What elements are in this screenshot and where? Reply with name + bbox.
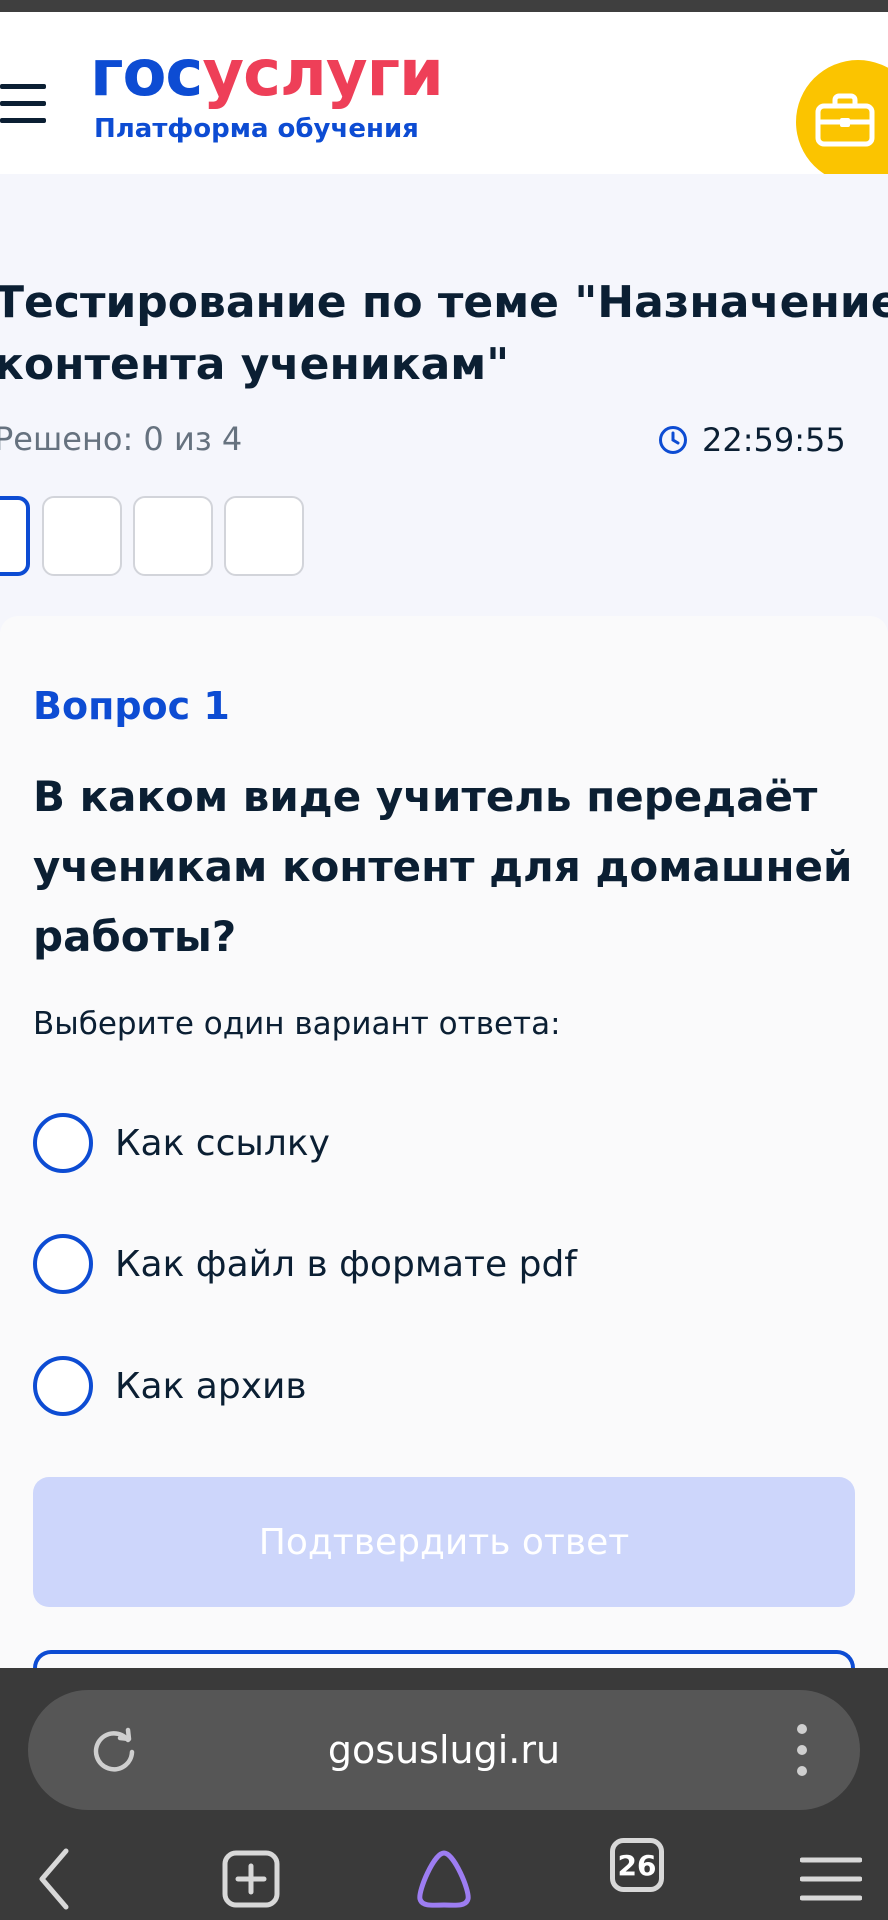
reload-icon[interactable] <box>88 1724 140 1776</box>
logo-part-gos: гос <box>90 37 203 111</box>
radio-button[interactable] <box>33 1356 93 1416</box>
briefcase-icon <box>815 93 875 147</box>
question-number: Вопрос 1 <box>33 684 230 728</box>
answer-option-label: Как архив <box>115 1365 307 1407</box>
answer-option-label: Как ссылку <box>115 1122 330 1164</box>
logo-wordmark: госуслуги <box>90 42 444 106</box>
answer-hint: Выберите один вариант ответа: <box>33 1006 561 1042</box>
logo-subtitle: Платформа обучения <box>94 114 419 144</box>
test-title-line-2: контента ученикам" <box>0 339 510 390</box>
gosuslugi-logo[interactable]: госуслуги Платформа обучения <box>90 42 444 144</box>
progress-text: Решено: 0 из 4 <box>0 420 243 458</box>
cabinet-button[interactable] <box>796 60 888 184</box>
clock-icon <box>659 426 687 454</box>
question-nav-2[interactable] <box>42 496 122 576</box>
question-nav-4[interactable] <box>224 496 304 576</box>
radio-button[interactable] <box>33 1113 93 1173</box>
alice-assistant-icon[interactable] <box>412 1838 476 1920</box>
question-nav-1[interactable] <box>0 496 30 576</box>
menu-icon[interactable] <box>800 1838 862 1920</box>
tabs-count: 26 <box>617 1848 657 1882</box>
back-arrow-icon[interactable] <box>36 1838 72 1920</box>
browser-toolbar: gosuslugi.ru 26 <box>0 1668 888 1920</box>
more-options-icon[interactable] <box>792 1720 812 1780</box>
new-tab-icon[interactable] <box>222 1838 280 1920</box>
answer-option[interactable]: Как ссылку <box>33 1112 330 1174</box>
timer-value: 22:59:55 <box>702 421 846 459</box>
timer: 22:59:55 <box>658 420 846 460</box>
answer-option[interactable]: Как файл в формате pdf <box>33 1233 577 1295</box>
page: госуслуги Платформа обучения Тестировани… <box>0 0 888 1920</box>
answer-option-label: Как файл в формате pdf <box>115 1243 577 1285</box>
question-nav-3[interactable] <box>133 496 213 576</box>
logo-part-uslugi: услуги <box>202 37 444 111</box>
browser-nav-row: 26 <box>0 1838 888 1920</box>
site-header: госуслуги Платформа обучения <box>0 12 888 184</box>
confirm-answer-button[interactable]: Подтвердить ответ <box>33 1477 855 1607</box>
test-title: Тестирование по теме "Назначение контент… <box>0 272 888 396</box>
status-strip <box>0 0 888 12</box>
question-card: Вопрос 1 В каком виде учитель передаёт у… <box>0 616 888 1710</box>
tabs-counter-button[interactable]: 26 <box>610 1838 664 1892</box>
radio-button[interactable] <box>33 1234 93 1294</box>
question-text: В каком виде учитель передаёт ученикам к… <box>33 772 853 961</box>
url-text: gosuslugi.ru <box>327 1728 561 1772</box>
address-bar[interactable]: gosuslugi.ru <box>28 1690 860 1810</box>
answer-option[interactable]: Как архив <box>33 1355 307 1417</box>
hamburger-icon[interactable] <box>0 84 46 124</box>
confirm-answer-label: Подтвердить ответ <box>258 1521 630 1563</box>
test-title-line-1: Тестирование по теме "Назначение <box>0 277 888 328</box>
